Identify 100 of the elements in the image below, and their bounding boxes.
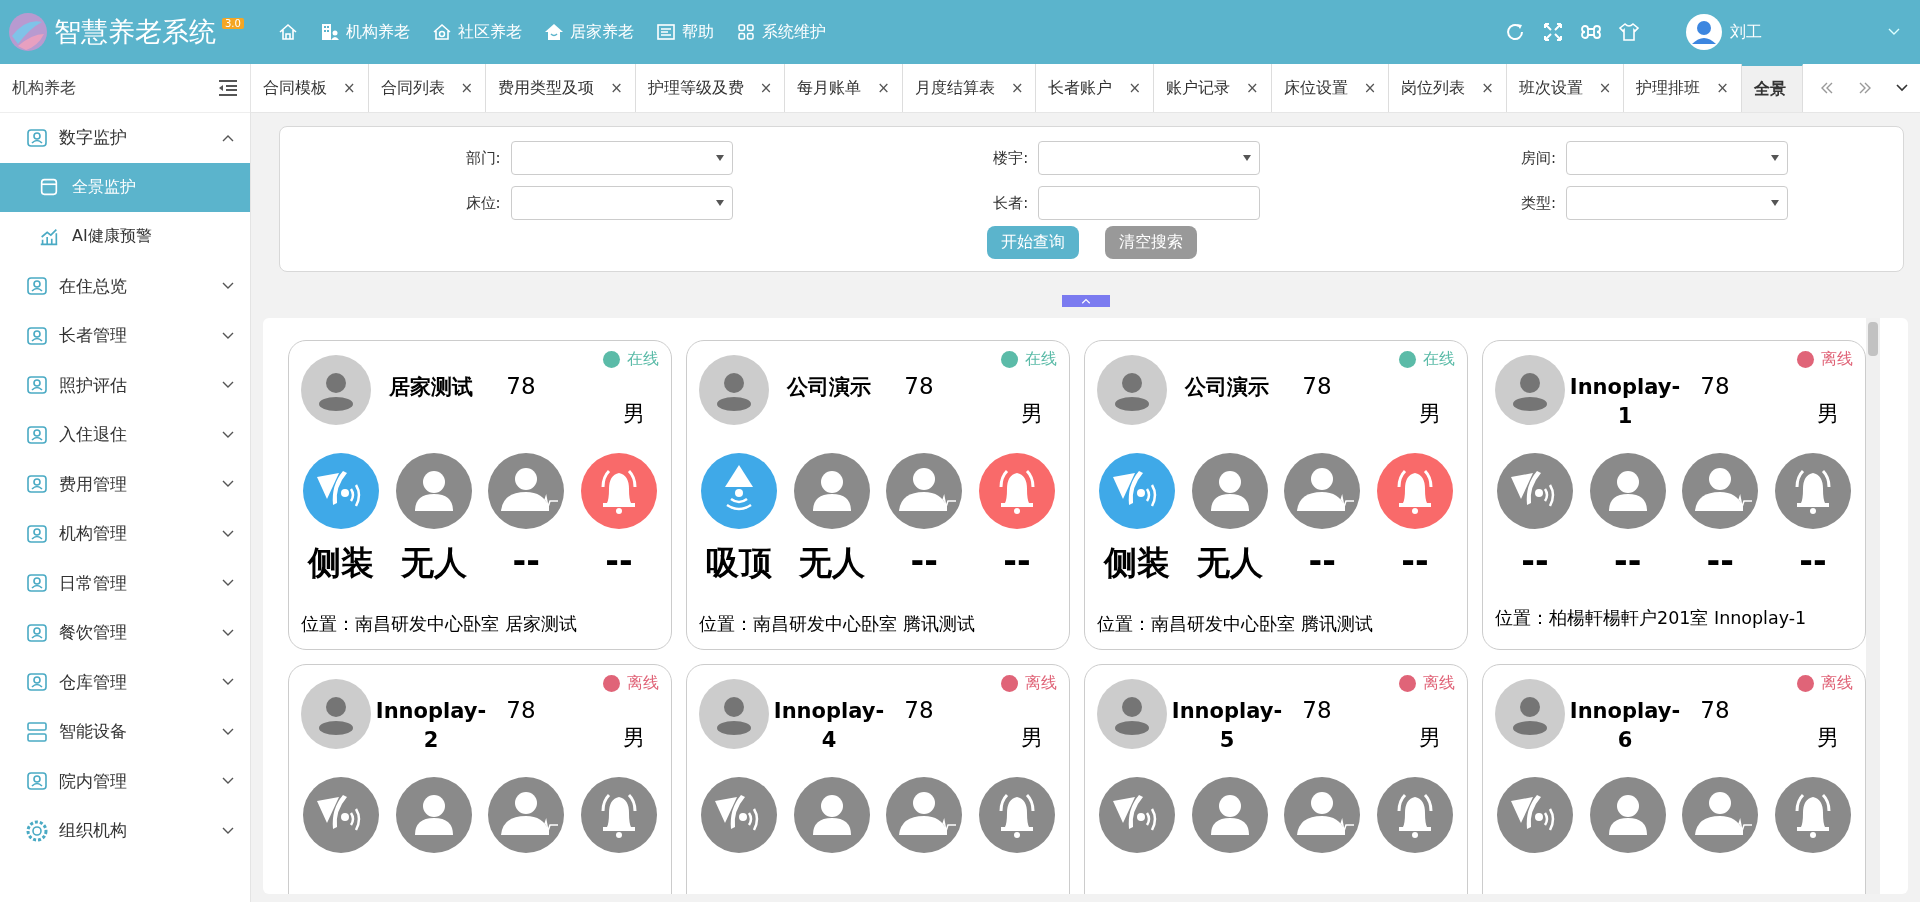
tab[interactable]: 每月账单 × xyxy=(785,64,903,112)
gear-icon xyxy=(25,818,49,843)
tab[interactable]: 班次设置 × xyxy=(1506,64,1625,112)
home-icon xyxy=(278,22,298,42)
collapse-handle[interactable] xyxy=(1061,295,1110,307)
fullscreen-icon[interactable] xyxy=(1542,21,1564,43)
sensor-reading: -- xyxy=(512,541,540,580)
sensor-reading: 侧装 xyxy=(1104,542,1170,584)
resident-age: 78 xyxy=(505,373,537,399)
tab[interactable]: 护理等级及费 × xyxy=(635,64,786,112)
filter-label: 楼宇: xyxy=(993,148,1029,168)
dropdown-arrow-icon[interactable] xyxy=(715,155,724,161)
status-text: 在线 xyxy=(1423,349,1455,370)
avatar-icon xyxy=(1495,355,1565,425)
tab[interactable]: 合同模板 × xyxy=(251,64,369,112)
caret-icon[interactable] xyxy=(1896,84,1908,92)
dropdown-arrow-icon[interactable] xyxy=(1771,200,1779,206)
sidebar-item[interactable]: 智能设备 xyxy=(0,707,250,757)
tab[interactable]: 护理排班 × xyxy=(1624,64,1742,112)
tab[interactable]: 岗位列表 × xyxy=(1389,64,1507,112)
resident-age: 78 xyxy=(903,697,935,723)
sidebar-item[interactable]: 照护评估 xyxy=(0,360,250,410)
sensor-reading: -- xyxy=(1613,541,1642,580)
user-avatar-icon[interactable] xyxy=(1686,14,1722,50)
sidebar-title: 机构养老 xyxy=(12,77,76,99)
filter-label: 床位: xyxy=(465,193,501,213)
avatar-icon xyxy=(301,679,371,749)
chevron-down-icon xyxy=(222,282,234,291)
sidebar-item[interactable]: 组织机构 xyxy=(0,806,250,856)
select-field[interactable] xyxy=(510,141,733,175)
chevron-down-icon xyxy=(222,727,234,736)
sidebar-item[interactable]: 数字监护 xyxy=(0,113,250,163)
filter-label: 长者: xyxy=(993,193,1029,213)
select-field[interactable] xyxy=(510,186,733,220)
select-field[interactable] xyxy=(1038,141,1261,175)
resident-gender: 男 xyxy=(1817,724,1839,752)
sidebar-item[interactable]: 在住总览 xyxy=(0,261,250,311)
sensor-reading: -- xyxy=(1003,541,1031,580)
shirt-icon[interactable] xyxy=(1618,21,1640,43)
avatar-icon xyxy=(1495,679,1565,749)
resident-gender: 男 xyxy=(623,400,645,428)
sidebar-subitem[interactable]: AI健康预警 xyxy=(0,212,250,262)
sidebar-item[interactable]: 机构管理 xyxy=(0,509,250,559)
sidebar-item[interactable]: 餐饮管理 xyxy=(0,608,250,658)
tab[interactable]: 费用类型及项 × xyxy=(486,64,636,112)
resident-gender: 男 xyxy=(1021,724,1043,752)
location-text: 位置：南昌研发中心卧室 居家测试 xyxy=(301,613,578,636)
avatar-icon xyxy=(699,355,769,425)
sensor-reading: 无人 xyxy=(798,542,865,584)
scroll-right-icon[interactable] xyxy=(1858,82,1872,94)
tab[interactable]: 床位设置 × xyxy=(1271,64,1390,112)
resident-age: 78 xyxy=(1699,373,1731,399)
resident-gender: 男 xyxy=(623,724,645,752)
scroll-left-icon[interactable] xyxy=(1820,82,1834,94)
resident-name: Innoplay-1 xyxy=(1568,374,1682,431)
status-text: 离线 xyxy=(1025,673,1057,694)
resident-gender: 男 xyxy=(1021,400,1043,428)
sidebar-item[interactable]: 院内管理 xyxy=(0,756,250,806)
server-icon xyxy=(25,719,49,744)
chevron-up-icon xyxy=(222,133,234,142)
tab[interactable]: 账户记录 × xyxy=(1154,64,1272,112)
resident-name: Innoplay-4 xyxy=(772,698,886,755)
sidebar-item[interactable]: 长者管理 xyxy=(0,311,250,361)
sensor-reading: -- xyxy=(910,541,938,580)
avatar-icon xyxy=(699,679,769,749)
sidebar-item[interactable]: 入住退住 xyxy=(0,410,250,460)
select-field[interactable] xyxy=(1566,141,1788,175)
chevron-down-icon xyxy=(222,529,234,538)
status-text: 离线 xyxy=(627,673,659,694)
sidebar-item[interactable]: 日常管理 xyxy=(0,558,250,608)
app-title: 智慧养老系统 xyxy=(54,15,216,49)
chevron-down-icon xyxy=(222,628,234,637)
resident-name: Innoplay-5 xyxy=(1170,698,1284,755)
tab[interactable]: 合同列表 × xyxy=(368,64,487,112)
select-field[interactable] xyxy=(1566,186,1788,220)
resident-gender: 男 xyxy=(1817,400,1839,428)
sidebar-item[interactable]: 费用管理 xyxy=(0,459,250,509)
sensor-reading: -- xyxy=(1799,541,1827,580)
chevron-down-icon xyxy=(222,480,234,489)
sidebar-item[interactable]: 仓库管理 xyxy=(0,657,250,707)
dropdown-arrow-icon[interactable] xyxy=(715,200,724,206)
resident-age: 78 xyxy=(1301,373,1333,399)
input-field[interactable] xyxy=(1038,186,1261,220)
resident-age: 78 xyxy=(505,697,537,723)
building-icon xyxy=(320,22,340,42)
dropdown-arrow-icon[interactable] xyxy=(1243,155,1252,161)
grid-icon xyxy=(736,22,756,42)
home-link[interactable] xyxy=(278,22,298,42)
collapse-menu-icon[interactable] xyxy=(218,80,238,96)
tab[interactable]: 长者账户 × xyxy=(1036,64,1155,112)
location-text: 位置：柏楊軒楊軒户201室 Innoplay-1 xyxy=(1495,607,1808,630)
status-text: 在线 xyxy=(1025,349,1057,370)
dropdown-arrow-icon[interactable] xyxy=(1771,155,1779,161)
tab[interactable]: 月度结算表 × xyxy=(902,64,1037,112)
chevron-down-icon xyxy=(222,777,234,786)
tab[interactable]: 全景 xyxy=(1741,64,1803,112)
refresh-icon[interactable] xyxy=(1504,21,1526,43)
location-text: 位置：南昌研发中心卧室 腾讯测试 xyxy=(1097,613,1374,636)
chevron-down-icon xyxy=(222,381,234,390)
sensor-reading: 无人 xyxy=(1196,542,1263,584)
